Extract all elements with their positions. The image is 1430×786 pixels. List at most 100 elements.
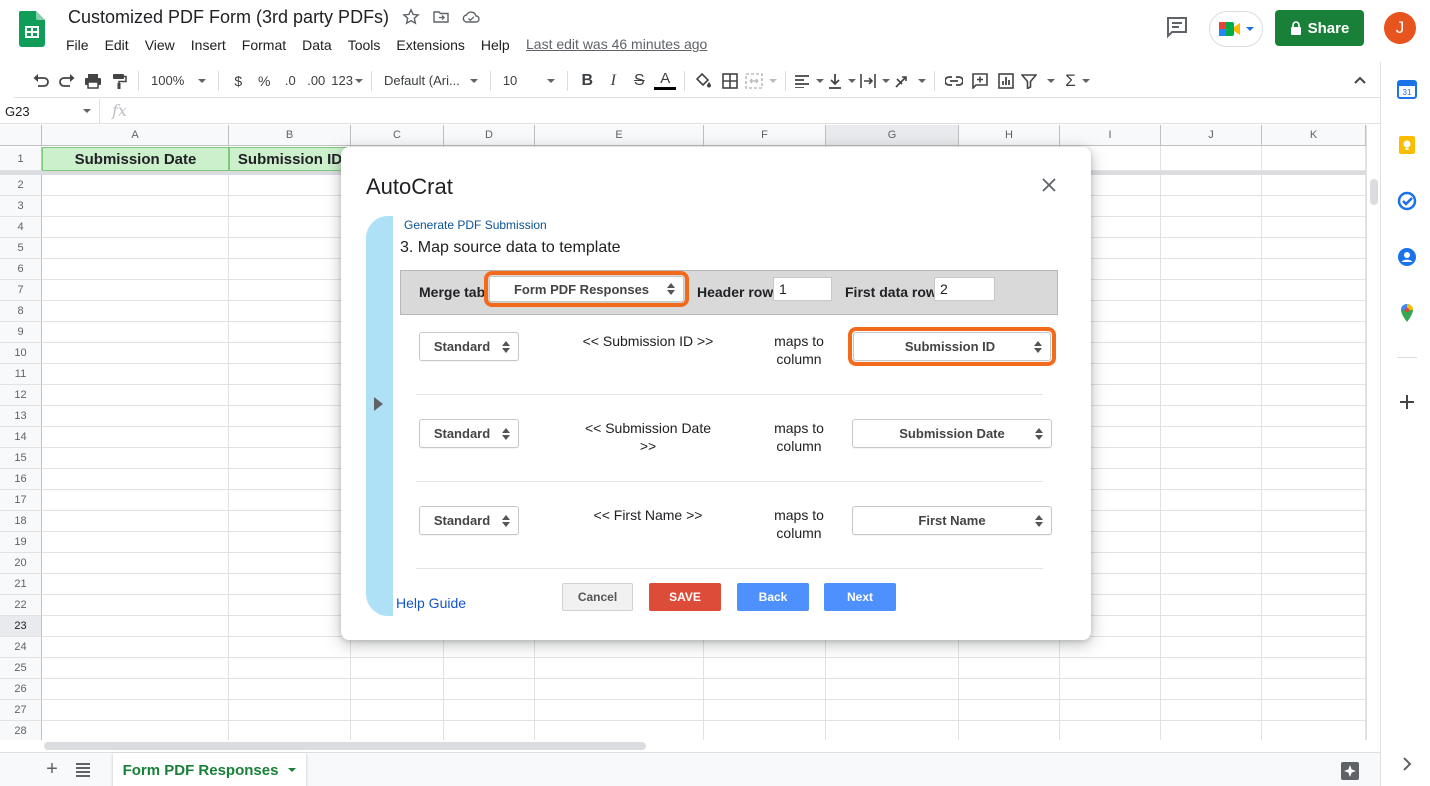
row-header-28[interactable]: 28 <box>0 721 42 740</box>
maps-icon[interactable] <box>1397 303 1417 323</box>
italic-button[interactable]: I <box>600 67 626 95</box>
decrease-decimal-button[interactable]: .0 <box>277 67 303 95</box>
column-header-e[interactable]: E <box>535 125 704 146</box>
row-header-26[interactable]: 26 <box>0 679 42 700</box>
column-header-d[interactable]: D <box>444 125 535 146</box>
column-header-g[interactable]: G <box>826 125 959 146</box>
more-formats-button[interactable]: 123 <box>329 67 365 95</box>
contacts-icon[interactable] <box>1397 247 1417 267</box>
sheets-logo-icon[interactable] <box>19 11 45 47</box>
mapping-type-select[interactable]: Standard <box>419 506 519 535</box>
vertical-scrollbar[interactable] <box>1366 125 1380 740</box>
menu-view[interactable]: View <box>137 35 183 55</box>
font-size-select[interactable]: 10 <box>497 67 561 95</box>
mapping-column-select[interactable]: Submission Date <box>852 419 1052 448</box>
chevron-right-icon[interactable] <box>1397 754 1417 774</box>
menu-format[interactable]: Format <box>234 35 294 55</box>
select-all-corner[interactable] <box>0 125 42 146</box>
row-header-12[interactable]: 12 <box>0 385 42 406</box>
menu-help[interactable]: Help <box>473 35 518 55</box>
text-color-button[interactable]: A <box>652 67 678 95</box>
row-header-16[interactable]: 16 <box>0 469 42 490</box>
percent-format-button[interactable]: % <box>251 67 277 95</box>
row-header-1[interactable]: 1 <box>0 147 42 171</box>
increase-decimal-button[interactable]: .00 <box>303 67 329 95</box>
keep-icon[interactable] <box>1397 135 1417 155</box>
avatar[interactable]: J <box>1384 12 1416 44</box>
last-edit-link[interactable]: Last edit was 46 minutes ago <box>526 36 707 52</box>
header-cell[interactable]: Submission ID <box>229 147 351 171</box>
mapping-column-select[interactable]: First Name <box>852 506 1052 535</box>
row-header-7[interactable]: 7 <box>0 280 42 301</box>
column-header-j[interactable]: J <box>1161 125 1262 146</box>
zoom-select[interactable]: 100% <box>145 67 212 95</box>
help-guide-link[interactable]: Help Guide <box>396 595 466 611</box>
strikethrough-button[interactable]: S <box>626 67 652 95</box>
back-button[interactable]: Back <box>737 583 809 611</box>
bold-button[interactable]: B <box>574 67 600 95</box>
calendar-icon[interactable]: 31 <box>1397 79 1417 99</box>
comment-history-icon[interactable] <box>1165 15 1189 39</box>
row-header-8[interactable]: 8 <box>0 301 42 322</box>
row-header-9[interactable]: 9 <box>0 322 42 343</box>
star-icon[interactable] <box>402 8 420 26</box>
merge-tab-select[interactable]: Form PDF Responses <box>484 271 689 307</box>
column-header-f[interactable]: F <box>704 125 826 146</box>
text-rotation-button[interactable] <box>892 67 928 95</box>
horizontal-scroll-thumb[interactable] <box>44 742 646 750</box>
row-header-18[interactable]: 18 <box>0 511 42 532</box>
collapse-rail[interactable] <box>366 216 393 616</box>
undo-button[interactable] <box>28 67 54 95</box>
column-header-a[interactable]: A <box>42 125 229 146</box>
move-folder-icon[interactable] <box>432 8 450 26</box>
functions-button[interactable]: Σ <box>1063 67 1092 95</box>
mapping-column-select[interactable]: Submission ID <box>848 327 1056 366</box>
mapping-type-select[interactable]: Standard <box>419 332 519 361</box>
row-header-20[interactable]: 20 <box>0 553 42 574</box>
mapping-type-select[interactable]: Standard <box>419 419 519 448</box>
merge-cells-button[interactable] <box>743 67 779 95</box>
menu-insert[interactable]: Insert <box>183 35 234 55</box>
row-header-4[interactable]: 4 <box>0 217 42 238</box>
sheet-tab-form-pdf-responses[interactable]: Form PDF Responses <box>113 753 306 786</box>
row-header-11[interactable]: 11 <box>0 364 42 385</box>
meet-button[interactable] <box>1209 11 1263 47</box>
column-header-b[interactable]: B <box>229 125 351 146</box>
filter-button[interactable] <box>1019 67 1057 95</box>
vertical-scroll-thumb[interactable] <box>1370 179 1378 205</box>
column-header-h[interactable]: H <box>959 125 1060 146</box>
fill-color-button[interactable] <box>691 67 717 95</box>
insert-link-button[interactable] <box>941 67 967 95</box>
row-header-5[interactable]: 5 <box>0 238 42 259</box>
collapse-toolbar-icon[interactable] <box>1352 72 1368 88</box>
menu-file[interactable]: File <box>58 35 97 55</box>
row-header-27[interactable]: 27 <box>0 700 42 721</box>
row-header-3[interactable]: 3 <box>0 196 42 217</box>
paint-format-button[interactable] <box>106 67 132 95</box>
add-addon-icon[interactable] <box>1397 392 1417 412</box>
insert-chart-button[interactable] <box>993 67 1019 95</box>
share-button[interactable]: Share <box>1275 10 1364 46</box>
cancel-button[interactable]: Cancel <box>562 583 633 611</box>
save-button[interactable]: SAVE <box>649 583 721 611</box>
row-header-13[interactable]: 13 <box>0 406 42 427</box>
column-header-i[interactable]: I <box>1060 125 1161 146</box>
name-box[interactable]: G23 <box>0 99 100 123</box>
row-header-2[interactable]: 2 <box>0 175 42 196</box>
next-button[interactable]: Next <box>824 583 896 611</box>
row-header-19[interactable]: 19 <box>0 532 42 553</box>
row-header-17[interactable]: 17 <box>0 490 42 511</box>
explore-icon[interactable] <box>1340 761 1360 781</box>
row-header-24[interactable]: 24 <box>0 637 42 658</box>
font-family-select[interactable]: Default (Ari... <box>378 67 484 95</box>
row-header-14[interactable]: 14 <box>0 427 42 448</box>
row-header-25[interactable]: 25 <box>0 658 42 679</box>
text-wrap-button[interactable] <box>858 67 892 95</box>
insert-comment-button[interactable] <box>967 67 993 95</box>
vertical-align-button[interactable] <box>826 67 858 95</box>
menu-tools[interactable]: Tools <box>340 35 389 55</box>
borders-button[interactable] <box>717 67 743 95</box>
cloud-status-icon[interactable] <box>462 8 480 26</box>
add-sheet-icon[interactable]: + <box>42 759 62 780</box>
currency-format-button[interactable]: $ <box>225 67 251 95</box>
